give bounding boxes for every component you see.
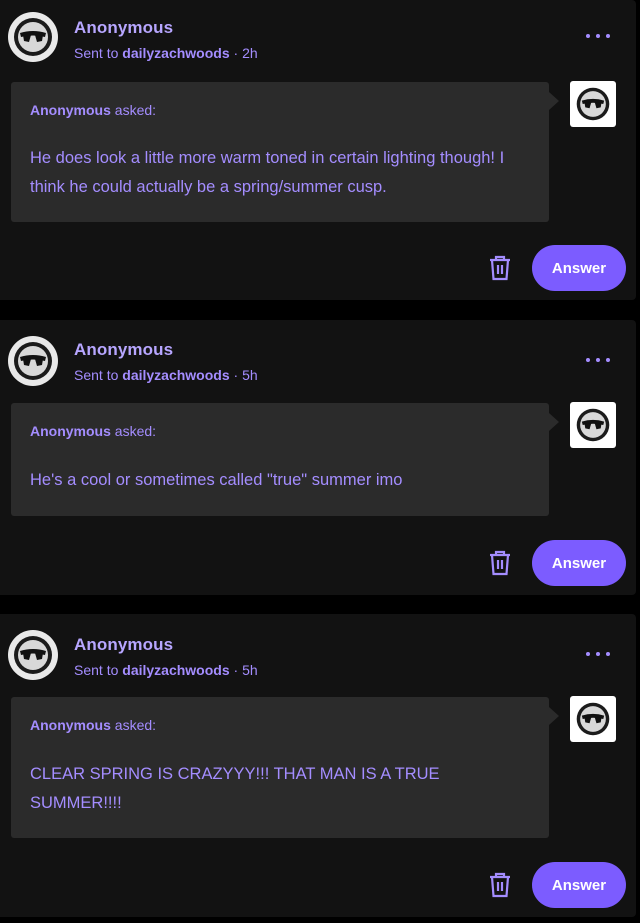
asker-name[interactable]: Anonymous: [30, 102, 111, 118]
sunglasses-avatar-icon: [14, 342, 52, 380]
recipient-blog-link[interactable]: dailyzachwoods: [122, 45, 229, 61]
timestamp: 5h: [242, 367, 258, 383]
sent-to-line: Sent to dailyzachwoods · 2h: [74, 45, 258, 61]
trash-icon: [490, 255, 510, 281]
sunglasses-avatar-icon: [14, 18, 52, 56]
trash-icon: [490, 550, 510, 576]
ask-card: Anonymous Sent to dailyzachwoods · 5h An…: [0, 614, 636, 917]
question-text: He's a cool or sometimes called "true" s…: [30, 471, 403, 489]
asks-feed: Anonymous Sent to dailyzachwoods · 2h An…: [0, 0, 640, 923]
sender-avatar[interactable]: [8, 630, 58, 680]
sunglasses-avatar-icon: [576, 702, 610, 736]
recipient-blog-link[interactable]: dailyzachwoods: [122, 662, 229, 678]
sent-to-label: Sent to: [74, 367, 119, 383]
question-text: He does look a little more warm toned in…: [30, 149, 505, 196]
answer-button[interactable]: Answer: [532, 245, 626, 291]
answer-button[interactable]: Answer: [532, 862, 626, 908]
asker-avatar[interactable]: [570, 696, 616, 742]
ask-bubble: Anonymous asked: He's a cool or sometime…: [11, 403, 559, 516]
sender-name[interactable]: Anonymous: [74, 635, 173, 655]
ask-card: Anonymous Sent to dailyzachwoods · 2h An…: [0, 0, 636, 300]
ask-card: Anonymous Sent to dailyzachwoods · 5h An…: [0, 320, 636, 595]
sender-name[interactable]: Anonymous: [74, 18, 173, 38]
sunglasses-avatar-icon: [14, 636, 52, 674]
asker-avatar[interactable]: [570, 402, 616, 448]
sunglasses-avatar-icon: [576, 87, 610, 121]
sent-to-label: Sent to: [74, 45, 119, 61]
delete-button[interactable]: [486, 254, 514, 282]
timestamp: 5h: [242, 662, 258, 678]
more-options-icon[interactable]: [586, 352, 610, 368]
answer-button[interactable]: Answer: [532, 540, 626, 586]
question-text: CLEAR SPRING IS CRAZYYY!!! THAT MAN IS A…: [30, 765, 440, 812]
more-options-icon[interactable]: [586, 28, 610, 44]
trash-icon: [490, 872, 510, 898]
asked-label: Anonymous asked:: [30, 717, 156, 733]
asked-suffix: asked:: [114, 423, 157, 439]
delete-button[interactable]: [486, 871, 514, 899]
sender-avatar[interactable]: [8, 12, 58, 62]
sent-to-label: Sent to: [74, 662, 119, 678]
sent-to-line: Sent to dailyzachwoods · 5h: [74, 367, 258, 383]
separator-dot: ·: [233, 45, 239, 61]
ask-bubble: Anonymous asked: CLEAR SPRING IS CRAZYYY…: [11, 697, 559, 838]
separator-dot: ·: [233, 367, 239, 383]
more-options-icon[interactable]: [586, 646, 610, 662]
sent-to-line: Sent to dailyzachwoods · 5h: [74, 662, 258, 678]
asker-name[interactable]: Anonymous: [30, 717, 111, 733]
timestamp: 2h: [242, 45, 258, 61]
asker-name[interactable]: Anonymous: [30, 423, 111, 439]
asked-label: Anonymous asked:: [30, 423, 156, 439]
separator-dot: ·: [233, 662, 239, 678]
recipient-blog-link[interactable]: dailyzachwoods: [122, 367, 229, 383]
sender-name[interactable]: Anonymous: [74, 340, 173, 360]
asker-avatar[interactable]: [570, 81, 616, 127]
asked-suffix: asked:: [114, 717, 157, 733]
asked-suffix: asked:: [114, 102, 157, 118]
sunglasses-avatar-icon: [576, 408, 610, 442]
sender-avatar[interactable]: [8, 336, 58, 386]
delete-button[interactable]: [486, 549, 514, 577]
ask-bubble: Anonymous asked: He does look a little m…: [11, 82, 559, 222]
asked-label: Anonymous asked:: [30, 102, 156, 118]
